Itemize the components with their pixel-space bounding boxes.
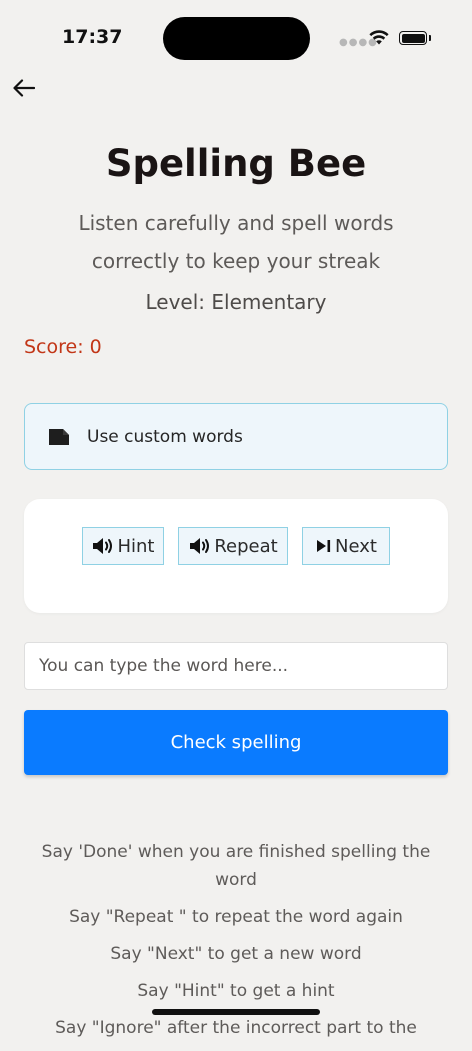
battery-icon bbox=[399, 31, 427, 45]
dynamic-island bbox=[163, 17, 310, 60]
status-bar: 17:37 ●●●● bbox=[0, 0, 472, 76]
speaker-icon bbox=[93, 538, 113, 554]
status-time: 17:37 bbox=[62, 26, 123, 48]
next-button[interactable]: Next bbox=[302, 527, 390, 565]
word-input[interactable] bbox=[24, 642, 448, 690]
back-button[interactable] bbox=[10, 74, 38, 102]
hint-button[interactable]: Hint bbox=[82, 527, 164, 565]
repeat-button[interactable]: Repeat bbox=[178, 527, 288, 565]
arrow-left-icon bbox=[13, 79, 35, 97]
battery-cap bbox=[429, 35, 431, 41]
instruction-done: Say 'Done' when you are finished spellin… bbox=[41, 842, 431, 890]
score-label: Score: 0 bbox=[24, 336, 102, 358]
use-custom-words-label: Use custom words bbox=[87, 426, 243, 447]
page-subtitle: Listen carefully and spell words correct… bbox=[78, 211, 394, 273]
instruction-hint: Say "Hint" to get a hint bbox=[137, 981, 335, 1001]
instruction-repeat: Say "Repeat " to repeat the word again bbox=[69, 907, 403, 927]
use-custom-words-button[interactable]: Use custom words bbox=[24, 403, 448, 470]
document-icon bbox=[47, 427, 71, 447]
level-label: Level: Elementary bbox=[145, 290, 327, 314]
hint-label: Hint bbox=[117, 535, 155, 557]
speaker-icon bbox=[190, 538, 210, 554]
controls-card: Hint Repeat Next bbox=[24, 499, 448, 613]
repeat-label: Repeat bbox=[214, 535, 278, 557]
page-title: Spelling Bee bbox=[105, 142, 367, 185]
instruction-next: Say "Next" to get a new word bbox=[110, 944, 362, 964]
skip-next-icon bbox=[317, 540, 331, 552]
next-label: Next bbox=[335, 535, 377, 557]
check-spelling-button[interactable]: Check spelling bbox=[24, 710, 448, 775]
voice-instructions: Say 'Done' when you are finished spellin… bbox=[24, 838, 448, 1051]
wifi-icon bbox=[369, 30, 389, 45]
home-indicator[interactable] bbox=[152, 1009, 320, 1015]
instruction-ignore: Say "Ignore" after the incorrect part to… bbox=[55, 1018, 417, 1038]
